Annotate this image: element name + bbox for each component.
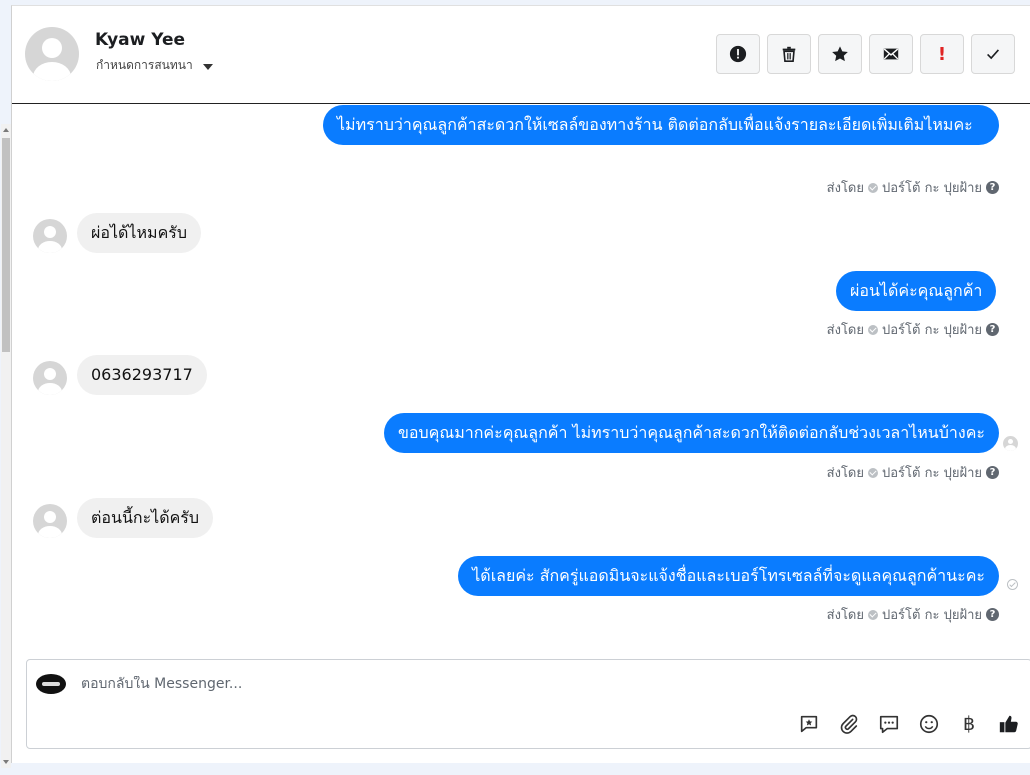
sent-by-line: ส่งโดย ปอร์โต้ กะ ปุยฝ้าย ? (827, 604, 999, 625)
saved-reply-button[interactable] (795, 710, 823, 738)
sent-by-label: ส่งโดย (826, 608, 864, 623)
outgoing-message[interactable]: ขอบคุณมากค่ะคุณลูกค้า ไม่ทราบว่าคุณลูกค้… (383, 413, 999, 453)
outgoing-message[interactable]: ไม่ทราบว่าคุณลูกค้าสะดวกให้เซลล์ของทางร้… (323, 105, 999, 145)
contact-avatar-small[interactable] (33, 361, 67, 395)
outgoing-message[interactable]: ผ่อนได้ค่ะคุณลูกค้า (836, 271, 997, 311)
exclamation-circle-icon (729, 45, 747, 63)
scrollbar[interactable] (1, 124, 11, 768)
sent-status-icon (1007, 579, 1018, 590)
envelope-icon (883, 48, 899, 60)
conversation-panel: Kyaw Yee กำหนดการสนทนา ! ไม่ทราบว่าคุณลู… (1, 5, 1030, 768)
composer-tools: ฿ (795, 710, 1023, 738)
red-exclamation-icon: ! (937, 43, 947, 65)
sent-by-line: ส่งโดย ปอร์โต้ กะ ปุยฝ้าย ? (827, 462, 999, 483)
sender-name[interactable]: ปอร์โต้ กะ ปุยฝ้าย (882, 604, 982, 625)
sent-by-label: ส่งโดย (826, 323, 864, 338)
help-icon[interactable]: ? (986, 181, 999, 194)
quick-reply-button[interactable] (875, 710, 903, 738)
contact-avatar-small[interactable] (33, 219, 67, 253)
contact-avatar-small[interactable] (33, 504, 67, 538)
page-avatar (36, 674, 66, 694)
saved-reply-icon (800, 715, 818, 733)
star-button[interactable] (818, 34, 862, 74)
sent-by-label: ส่งโดย (826, 181, 864, 196)
contact-name[interactable]: Kyaw Yee (95, 30, 185, 50)
conversation-header: Kyaw Yee กำหนดการสนทนา ! (12, 6, 1030, 104)
assign-conversation-dropdown[interactable]: กำหนดการสนทนา (96, 56, 213, 75)
incoming-message[interactable]: ผ่อได้ไหมครับ (77, 213, 202, 253)
header-actions: ! (716, 34, 1015, 74)
chat-bubble-icon (879, 715, 899, 734)
attachment-icon (840, 714, 858, 734)
attach-button[interactable] (835, 710, 863, 738)
reply-input[interactable] (81, 676, 781, 692)
payment-button[interactable]: ฿ (955, 710, 983, 738)
caret-down-icon (202, 63, 213, 70)
seen-by-avatar (1003, 436, 1018, 451)
star-icon (832, 46, 848, 62)
follow-up-button[interactable]: ! (920, 34, 964, 74)
sent-by-line: ส่งโดย ปอร์โต้ กะ ปุยฝ้าย ? (827, 319, 999, 340)
check-icon (987, 49, 1000, 60)
scroll-up-arrow[interactable] (3, 128, 9, 132)
contact-avatar[interactable] (25, 27, 79, 81)
sender-name[interactable]: ปอร์โต้ กะ ปุยฝ้าย (882, 319, 982, 340)
emoji-button[interactable] (915, 710, 943, 738)
mark-unread-button[interactable] (869, 34, 913, 74)
sender-name[interactable]: ปอร์โต้ กะ ปุยฝ้าย (882, 177, 982, 198)
sent-by-line: ส่งโดย ปอร์โต้ กะ ปุยฝ้าย ? (827, 177, 999, 198)
baht-icon: ฿ (962, 713, 976, 735)
scroll-down-arrow[interactable] (3, 760, 9, 764)
thumbs-up-icon (999, 715, 1018, 733)
verified-check-icon (868, 467, 878, 478)
outgoing-message[interactable]: ได้เลยค่ะ สักครู่แอดมินจะแจ้งชื่อและเบอร… (458, 556, 999, 596)
sender-name[interactable]: ปอร์โต้ กะ ปุยฝ้าย (882, 462, 982, 483)
help-icon[interactable]: ? (986, 323, 999, 336)
verified-check-icon (868, 324, 878, 335)
sent-by-label: ส่งโดย (826, 466, 864, 481)
mark-spam-button[interactable] (716, 34, 760, 74)
verified-check-icon (868, 182, 878, 193)
like-button[interactable] (995, 710, 1023, 738)
scroll-thumb[interactable] (2, 138, 10, 352)
delete-button[interactable] (767, 34, 811, 74)
reply-composer: ฿ (26, 659, 1030, 749)
assign-label: กำหนดการสนทนา (96, 58, 193, 72)
verified-check-icon (868, 609, 878, 620)
incoming-message[interactable]: 0636293717 (77, 355, 207, 395)
trash-icon (782, 46, 796, 63)
mark-done-button[interactable] (971, 34, 1015, 74)
incoming-message[interactable]: ต่อนนี้กะได้ครับ (77, 498, 214, 538)
help-icon[interactable]: ? (986, 466, 999, 479)
help-icon[interactable]: ? (986, 608, 999, 621)
emoji-icon (919, 714, 939, 734)
